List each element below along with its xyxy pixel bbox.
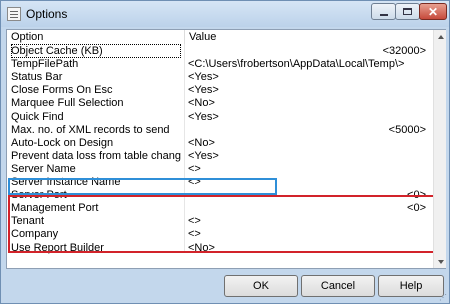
option-value-cell[interactable]: <No> [188,96,428,110]
option-value-cell[interactable]: <> [188,162,428,176]
table-row[interactable]: Status Bar <Yes> [7,70,435,84]
arrow-down-icon [437,259,444,264]
table-row[interactable]: TempFilePath <C:\Users\frobertson\AppData… [7,57,435,71]
option-name-cell[interactable]: Max. no. of XML records to send [11,123,181,137]
options-grid: Option Value Object Cache (KB) <32000> Tem… [6,29,446,269]
resize-grip-icon[interactable]: ⋰ [439,293,449,303]
table-row[interactable]: Marquee Full Selection <No> [7,96,435,110]
highlight-box-blue [8,178,277,195]
options-dialog: Options ✕ Option Value Object Cache (KB)… [0,0,450,304]
column-header-option[interactable]: Option [7,30,184,44]
option-value-cell[interactable]: <Yes> [188,110,428,124]
close-icon: ✕ [427,4,439,19]
option-value-cell[interactable]: <Yes> [188,70,428,84]
option-value-cell[interactable]: <C:\Users\frobertson\AppData\Local\Temp\… [188,57,428,71]
ok-button[interactable]: OK [224,275,298,297]
maximize-icon [403,8,412,15]
option-name-cell[interactable]: Quick Find [11,110,181,124]
arrow-up-icon [437,34,444,39]
option-name-cell[interactable]: Server Name [11,162,181,176]
option-value-cell[interactable]: <Yes> [188,83,428,97]
minimize-button[interactable] [371,3,396,20]
table-row[interactable]: Prevent data loss from table changes <Yes… [7,149,435,163]
highlight-box-red [8,195,442,253]
option-value-cell[interactable]: <Yes> [188,149,428,163]
vertical-scrollbar[interactable] [433,30,446,268]
window-title: Options [26,7,68,21]
option-name-cell[interactable]: Auto-Lock on Design [11,136,181,150]
title-bar[interactable]: Options ✕ [1,1,449,27]
option-name-cell[interactable]: TempFilePath [11,57,181,71]
option-value-cell[interactable]: <5000> [188,123,428,137]
option-name-cell[interactable]: Status Bar [11,70,181,84]
help-button[interactable]: Help [378,275,444,297]
option-name-cell[interactable]: Close Forms On Esc [11,83,181,97]
table-row[interactable]: Auto-Lock on Design <No> [7,136,435,150]
option-name-cell[interactable]: Prevent data loss from table changes [11,149,181,163]
cancel-button[interactable]: Cancel [301,275,375,297]
option-name-cell[interactable]: Marquee Full Selection [11,96,181,110]
scroll-up-button[interactable] [434,30,447,43]
table-row[interactable]: Close Forms On Esc <Yes> [7,83,435,97]
maximize-button[interactable] [395,3,420,20]
app-icon [7,7,21,21]
table-row[interactable]: Object Cache (KB) <32000> [7,44,435,58]
table-row[interactable]: Max. no. of XML records to send <5000> [7,123,435,137]
option-value-cell[interactable]: <32000> [188,44,428,58]
column-header-value[interactable]: Value [184,30,428,44]
option-name-cell[interactable]: Object Cache (KB) [11,44,181,58]
minimize-icon [379,13,388,16]
option-value-cell[interactable]: <No> [188,136,428,150]
table-row[interactable]: Server Name <> [7,162,435,176]
scroll-down-button[interactable] [434,255,447,268]
close-button[interactable]: ✕ [419,3,447,20]
table-row[interactable]: Quick Find <Yes> [7,110,435,124]
